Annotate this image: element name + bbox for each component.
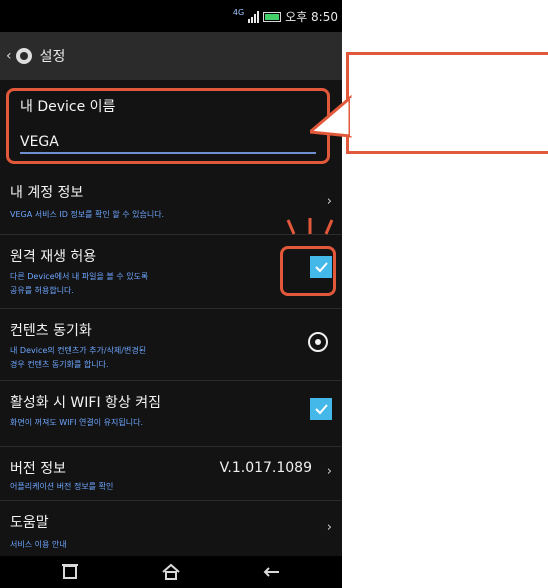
help-subtitle: 서비스 이용 안내 [10, 540, 67, 549]
checkbox-highlight [280, 246, 336, 296]
sync-icon[interactable] [308, 332, 328, 352]
chevron-left-icon[interactable]: ‹ [6, 48, 12, 64]
sparkle-lines [286, 218, 334, 235]
version-info-subtitle: 어플리케이션 버전 정보를 확인 [10, 482, 114, 491]
wifi-always-on-subtitle: 화면이 꺼져도 WIFI 연결이 유지됩니다. [10, 418, 143, 427]
callout-pointer [310, 94, 358, 138]
recent-apps-icon[interactable] [58, 562, 82, 582]
account-info-subtitle: VEGA 서비스 ID 정보를 확인 할 수 있습니다. [10, 210, 165, 219]
version-info-title: 버전 정보 [10, 461, 66, 477]
content-sync-title: 컨텐츠 동기화 [10, 323, 92, 339]
clock: 오후 8:50 [285, 10, 338, 24]
help-row[interactable]: 도움말 서비스 이용 안내 › [0, 500, 342, 556]
content-sync-subtitle-line1: 내 Device의 컨텐츠가 추가/삭제/변경된 [10, 346, 147, 355]
callout-box [346, 52, 548, 154]
remote-play-subtitle-line1: 다른 Device에서 내 파일을 볼 수 있도록 [10, 272, 149, 281]
signal-icon [248, 10, 260, 23]
battery-icon [263, 11, 282, 22]
remote-play-subtitle-line2: 공유를 허용합니다. [10, 286, 74, 295]
status-bar: 4G 오후 8:50 [0, 0, 342, 32]
home-icon[interactable] [159, 562, 183, 582]
version-value: V.1.017.1089 [219, 460, 312, 476]
navigation-bar [0, 556, 342, 588]
wifi-always-on-row[interactable]: 활성화 시 WIFI 항상 켜짐 화면이 꺼져도 WIFI 연결이 유지됩니다. [0, 380, 342, 447]
status-icons: 4G 오후 8:50 [233, 8, 338, 25]
gear-icon [15, 48, 32, 64]
remote-play-title: 원격 재생 허용 [10, 249, 97, 265]
device-name-highlight [6, 88, 330, 164]
account-info-title: 내 계정 정보 [10, 185, 84, 201]
network-badge: 4G [232, 8, 245, 17]
chevron-right-icon: › [326, 520, 332, 535]
back-icon[interactable] [259, 562, 283, 582]
chevron-right-icon: › [326, 464, 332, 479]
version-info-row[interactable]: 버전 정보 어플리케이션 버전 정보를 확인 V.1.017.1089 › [0, 446, 342, 501]
help-title: 도움말 [10, 515, 49, 531]
content-sync-row[interactable]: 컨텐츠 동기화 내 Device의 컨텐츠가 추가/삭제/변경된 경우 컨텐츠 … [0, 308, 342, 381]
chevron-right-icon: › [326, 194, 332, 209]
settings-header: ‹ 설정 [0, 32, 342, 80]
page-title: 설정 [39, 49, 66, 65]
content-sync-subtitle-line2: 경우 컨텐츠 동기화를 합니다. [10, 360, 109, 369]
wifi-always-on-title: 활성화 시 WIFI 항상 켜짐 [10, 395, 161, 411]
wifi-always-on-checkbox[interactable] [310, 398, 332, 420]
